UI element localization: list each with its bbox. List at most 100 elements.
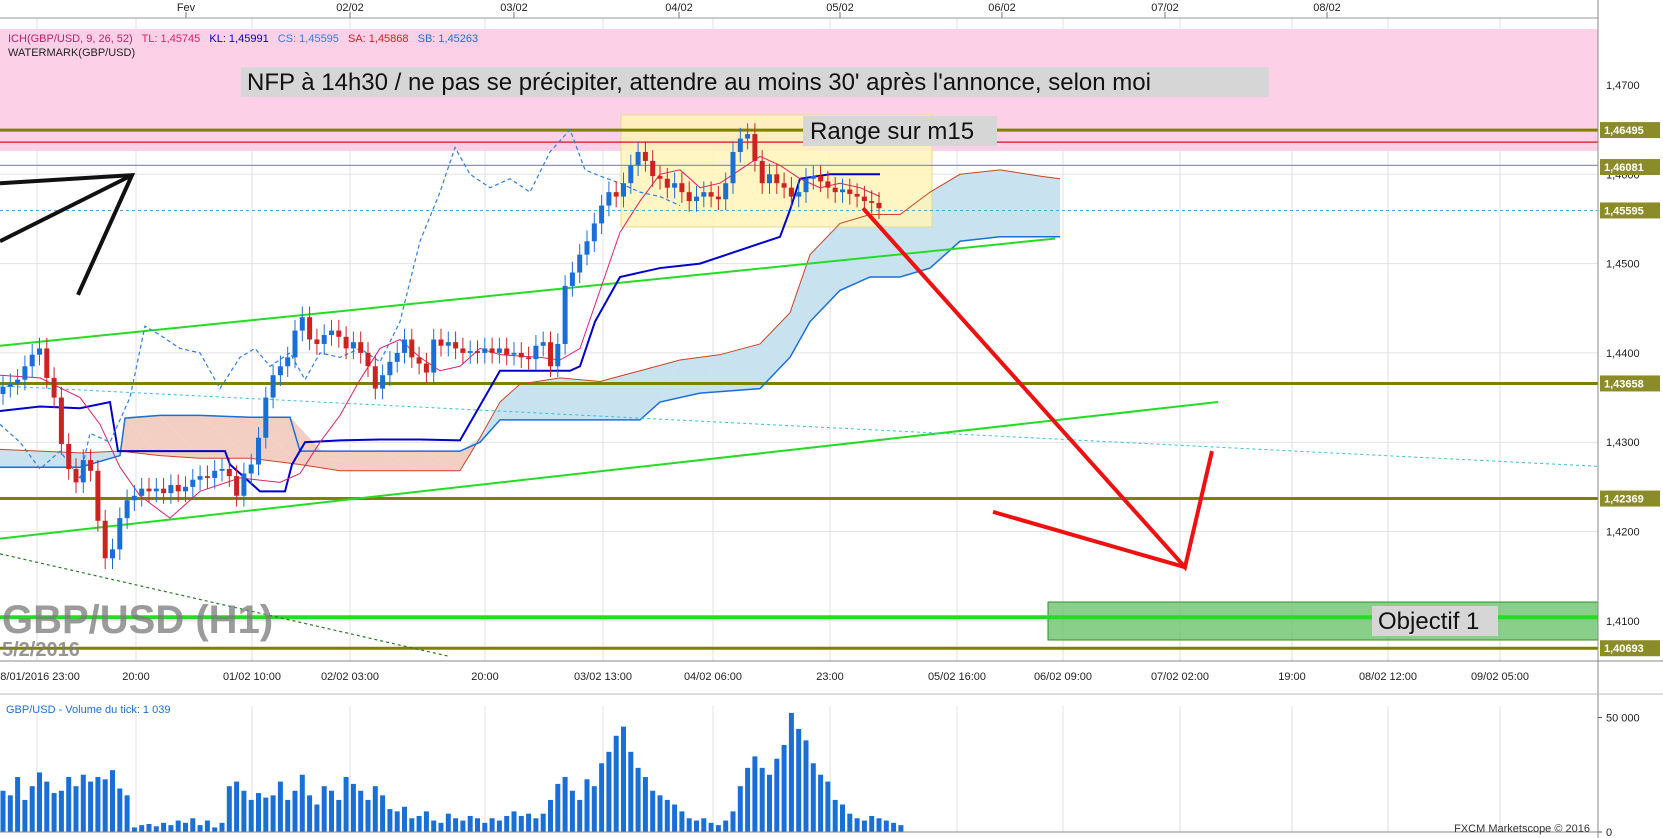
- candle-body: [299, 317, 305, 331]
- volume-bar: [117, 788, 123, 832]
- volume-bar: [577, 799, 583, 832]
- candle-body: [241, 473, 247, 496]
- x-tick-label: 23:00: [816, 671, 844, 683]
- volume-bar: [256, 793, 261, 832]
- candle-body: [664, 178, 670, 188]
- x-tick-label: 04/02 06:00: [684, 671, 742, 683]
- volume-bar: [453, 818, 459, 832]
- volume-bar: [840, 804, 845, 832]
- candle-body: [139, 488, 145, 496]
- volume-bar: [161, 822, 167, 832]
- x-tick-label: 09/02 05:00: [1471, 671, 1529, 683]
- candle-body: [518, 352, 524, 358]
- copyright: FXCM Marketscope © 2016: [1454, 823, 1590, 835]
- volume-bar: [854, 818, 860, 832]
- volume-bar: [277, 781, 283, 832]
- candle-body: [29, 354, 35, 367]
- candle-body: [730, 151, 736, 184]
- volume-bar: [774, 758, 780, 832]
- candle-body: [621, 183, 626, 197]
- top-date-label: 02/02: [336, 2, 364, 14]
- candle-body: [387, 361, 393, 376]
- candle-body: [190, 479, 196, 487]
- volume-bar: [759, 767, 765, 832]
- volume-bar: [263, 797, 269, 832]
- watermark-date: 5/2/2016: [2, 639, 80, 661]
- x-tick-label: 02/02 03:00: [321, 671, 379, 683]
- volume-bar: [526, 813, 532, 832]
- x-tick-label: 08/02 12:00: [1359, 671, 1417, 683]
- volume-bar: [511, 811, 517, 832]
- volume-bar: [730, 811, 736, 832]
- volume-bar: [285, 799, 291, 832]
- x-tick-label: 19:00: [1278, 671, 1306, 683]
- volume-bar: [423, 811, 429, 832]
- candle-body: [329, 330, 334, 336]
- volume-bar: [584, 779, 590, 832]
- candle-body: [715, 196, 721, 200]
- legend-sa: SA: 1,45868: [348, 33, 409, 45]
- volume-tick-label: 50 000: [1606, 712, 1640, 724]
- legend-ich: ICH(GBP/USD, 9, 26, 52): [8, 33, 133, 45]
- candle-body: [314, 339, 320, 344]
- price-marker-label: 1,46495: [1604, 125, 1644, 137]
- candle-body: [88, 460, 94, 471]
- candle-body: [336, 330, 342, 337]
- x-tick-label: 07/02 02:00: [1151, 671, 1209, 683]
- volume-bar: [358, 790, 364, 832]
- volume-bar: [0, 790, 6, 832]
- volume-bar: [80, 774, 86, 832]
- volume-bar: [599, 763, 605, 832]
- volume-bar: [460, 820, 466, 832]
- candle-body: [37, 348, 42, 355]
- volume-bar: [168, 825, 174, 832]
- volume-bar: [190, 818, 196, 832]
- volume-bar: [723, 820, 729, 832]
- candle-body: [759, 160, 765, 184]
- volume-bar: [796, 728, 802, 832]
- candle-body: [124, 500, 130, 519]
- volume-bar: [555, 783, 561, 832]
- chart-canvas[interactable]: 28/01/2016 23:00 20:00 01/02 10:00 02/02 03…: [0, 0, 1663, 838]
- candle-body: [737, 138, 743, 152]
- candle-body: [628, 165, 634, 184]
- candle-body: [796, 192, 802, 197]
- volume-tick-label: 0: [1606, 827, 1612, 838]
- volume-bar: [183, 822, 188, 832]
- candle-body: [803, 178, 809, 193]
- candle-body: [511, 352, 517, 355]
- volume-bar: [146, 823, 152, 832]
- volume-bar: [409, 818, 415, 832]
- indicator-legend: ICH(GBP/USD, 9, 26, 52) TL: 1,45745 KL: …: [8, 33, 478, 45]
- candle-body: [847, 189, 853, 194]
- candle-body: [774, 174, 780, 184]
- candle-body: [460, 348, 466, 353]
- volume-bar: [29, 786, 35, 832]
- candle-body: [767, 174, 772, 184]
- candle-body: [825, 181, 831, 188]
- volume-bar: [380, 795, 386, 832]
- y-tick-label: 1,4200: [1606, 527, 1640, 539]
- candle-body: [723, 183, 729, 200]
- volume-bar: [416, 815, 422, 832]
- volume-bar: [467, 815, 473, 832]
- volume-bar: [613, 735, 619, 832]
- volume-bar: [321, 786, 327, 832]
- candle-body: [752, 134, 758, 161]
- volume-bar: [343, 777, 349, 832]
- cloud-segment: [40, 451, 80, 468]
- candle-body: [219, 468, 225, 471]
- volume-bar: [883, 820, 889, 832]
- legend-sb: SB: 1,45263: [418, 33, 479, 45]
- x-tick-label: 20:00: [471, 671, 499, 683]
- candle-body: [416, 357, 422, 364]
- volume-bar: [869, 815, 875, 832]
- candle-body: [321, 335, 327, 344]
- volume-bar: [88, 781, 94, 832]
- volume-bar: [402, 806, 407, 832]
- volume-bar: [15, 777, 21, 832]
- top-date-label: 08/02: [1313, 2, 1341, 14]
- candle-body: [248, 464, 254, 474]
- volume-bar: [686, 818, 692, 832]
- candle-body: [642, 151, 648, 161]
